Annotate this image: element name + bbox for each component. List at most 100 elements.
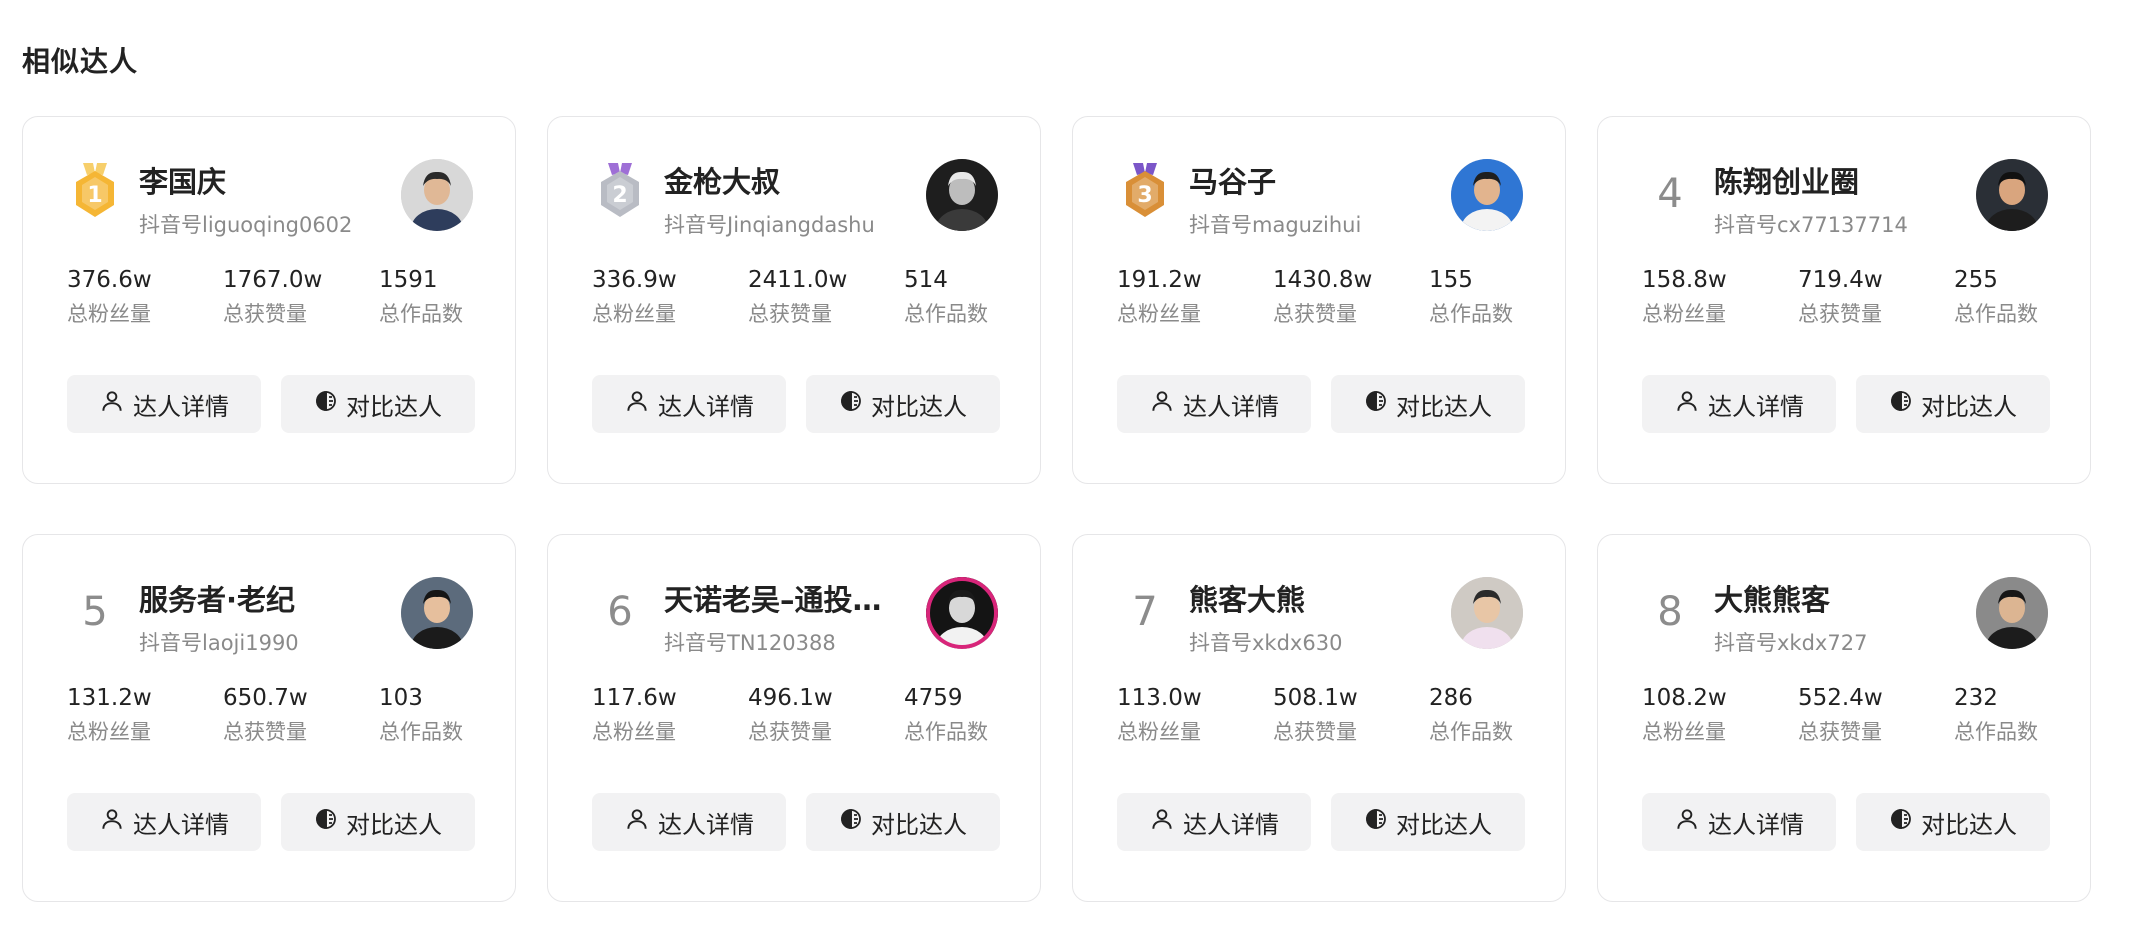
- likes-value: 650.7w: [223, 685, 308, 711]
- compare-icon: [1364, 389, 1388, 419]
- creator-name[interactable]: 李国庆: [139, 159, 409, 201]
- works-value: 155: [1429, 267, 1473, 293]
- compare-creator-button[interactable]: 对比达人: [281, 375, 475, 433]
- creator-card[interactable]: 3 马谷子 抖音号maguzihui 191.2w 总粉丝量 1430.8w 总…: [1072, 116, 1566, 484]
- rank-number: 7: [1132, 589, 1158, 635]
- fans-value: 117.6w: [592, 685, 677, 711]
- avatar[interactable]: [1976, 577, 2048, 649]
- avatar[interactable]: [926, 159, 998, 231]
- creator-card[interactable]: 6 天诺老吴–通投… 抖音号TN120388 117.6w 总粉丝量 496.1…: [547, 534, 1041, 902]
- page-title: 相似达人: [22, 45, 139, 78]
- likes-value: 719.4w: [1798, 267, 1883, 293]
- fans-label: 总粉丝量: [1117, 720, 1201, 744]
- creator-grid: 1 李国庆 抖音号liguoqing0602 376.6w 总粉丝量 1767.…: [22, 116, 2118, 906]
- user-icon: [624, 806, 650, 838]
- works-label: 总作品数: [1429, 720, 1513, 744]
- works-value: 103: [379, 685, 423, 711]
- user-icon: [624, 388, 650, 420]
- works-label: 总作品数: [379, 302, 463, 326]
- creator-name[interactable]: 天诺老吴–通投…: [664, 577, 934, 619]
- works-stat: 255 总作品数: [1954, 265, 2104, 329]
- compare-creator-button[interactable]: 对比达人: [1856, 375, 2050, 433]
- fans-stat: 113.0w 总粉丝量: [1117, 683, 1267, 747]
- creator-name[interactable]: 金枪大叔: [664, 159, 934, 201]
- creator-card[interactable]: 7 熊客大熊 抖音号xkdx630 113.0w 总粉丝量 508.1w 总获赞…: [1072, 534, 1566, 902]
- works-label: 总作品数: [904, 302, 988, 326]
- likes-label: 总获赞量: [1798, 302, 1882, 326]
- avatar[interactable]: [1451, 577, 1523, 649]
- works-label: 总作品数: [379, 720, 463, 744]
- likes-value: 508.1w: [1273, 685, 1358, 711]
- likes-label: 总获赞量: [748, 302, 832, 326]
- likes-stat: 552.4w 总获赞量: [1798, 683, 1948, 747]
- avatar[interactable]: [1451, 159, 1523, 231]
- fans-stat: 336.9w 总粉丝量: [592, 265, 742, 329]
- compare-icon: [839, 807, 863, 837]
- compare-creator-label: 对比达人: [1396, 810, 1492, 839]
- creator-detail-label: 达人详情: [658, 392, 754, 421]
- likes-stat: 1430.8w 总获赞量: [1273, 265, 1423, 329]
- likes-value: 552.4w: [1798, 685, 1883, 711]
- creator-name[interactable]: 服务者·老纪: [139, 577, 409, 619]
- user-icon: [1674, 806, 1700, 838]
- creator-detail-button[interactable]: 达人详情: [1117, 375, 1311, 433]
- creator-name[interactable]: 马谷子: [1189, 159, 1459, 201]
- creator-detail-button[interactable]: 达人详情: [67, 375, 261, 433]
- rank-number: 5: [82, 589, 108, 635]
- creator-detail-button[interactable]: 达人详情: [1117, 793, 1311, 851]
- creator-detail-button[interactable]: 达人详情: [1642, 793, 1836, 851]
- works-stat: 155 总作品数: [1429, 265, 1579, 329]
- fans-label: 总粉丝量: [592, 720, 676, 744]
- creator-card[interactable]: 5 服务者·老纪 抖音号laoji1990 131.2w 总粉丝量 650.7w…: [22, 534, 516, 902]
- creator-detail-button[interactable]: 达人详情: [592, 375, 786, 433]
- likes-stat: 2411.0w 总获赞量: [748, 265, 898, 329]
- compare-creator-button[interactable]: 对比达人: [1331, 375, 1525, 433]
- creator-detail-label: 达人详情: [1183, 392, 1279, 421]
- compare-creator-button[interactable]: 对比达人: [806, 793, 1000, 851]
- likes-label: 总获赞量: [748, 720, 832, 744]
- creator-name[interactable]: 陈翔创业圈: [1714, 159, 1984, 201]
- works-value: 1591: [379, 267, 438, 293]
- likes-value: 1767.0w: [223, 267, 323, 293]
- creator-name[interactable]: 熊客大熊: [1189, 577, 1459, 619]
- creator-card[interactable]: 2 金枪大叔 抖音号Jinqiangdashu 336.9w 总粉丝量 2411…: [547, 116, 1041, 484]
- compare-creator-button[interactable]: 对比达人: [1856, 793, 2050, 851]
- avatar[interactable]: [401, 577, 473, 649]
- avatar[interactable]: [926, 577, 998, 649]
- compare-creator-label: 对比达人: [871, 392, 967, 421]
- works-stat: 514 总作品数: [904, 265, 1054, 329]
- works-stat: 1591 总作品数: [379, 265, 529, 329]
- creator-card[interactable]: 4 陈翔创业圈 抖音号cx77137714 158.8w 总粉丝量 719.4w…: [1597, 116, 2091, 484]
- avatar[interactable]: [1976, 159, 2048, 231]
- creator-detail-button[interactable]: 达人详情: [592, 793, 786, 851]
- creator-detail-button[interactable]: 达人详情: [67, 793, 261, 851]
- creator-handle: 抖音号TN120388: [664, 631, 836, 655]
- works-value: 232: [1954, 685, 1998, 711]
- creator-detail-button[interactable]: 达人详情: [1642, 375, 1836, 433]
- avatar[interactable]: [401, 159, 473, 231]
- likes-value: 2411.0w: [748, 267, 848, 293]
- creator-card[interactable]: 1 李国庆 抖音号liguoqing0602 376.6w 总粉丝量 1767.…: [22, 116, 516, 484]
- compare-creator-button[interactable]: 对比达人: [806, 375, 1000, 433]
- fans-value: 191.2w: [1117, 267, 1202, 293]
- works-value: 255: [1954, 267, 1998, 293]
- creator-handle: 抖音号xkdx727: [1714, 631, 1868, 655]
- user-icon: [1674, 388, 1700, 420]
- user-icon: [99, 388, 125, 420]
- fans-value: 108.2w: [1642, 685, 1727, 711]
- likes-label: 总获赞量: [1273, 302, 1357, 326]
- compare-creator-button[interactable]: 对比达人: [281, 793, 475, 851]
- creator-name[interactable]: 大熊熊客: [1714, 577, 1984, 619]
- compare-creator-label: 对比达人: [1921, 810, 2017, 839]
- fans-stat: 376.6w 总粉丝量: [67, 265, 217, 329]
- creator-card[interactable]: 8 大熊熊客 抖音号xkdx727 108.2w 总粉丝量 552.4w 总获赞…: [1597, 534, 2091, 902]
- compare-icon: [1364, 807, 1388, 837]
- compare-creator-button[interactable]: 对比达人: [1331, 793, 1525, 851]
- medal-number: 1: [87, 183, 102, 208]
- likes-value: 496.1w: [748, 685, 833, 711]
- creator-handle: 抖音号liguoqing0602: [139, 213, 353, 237]
- fans-label: 总粉丝量: [67, 720, 151, 744]
- compare-icon: [839, 389, 863, 419]
- works-label: 总作品数: [1954, 302, 2038, 326]
- fans-stat: 131.2w 总粉丝量: [67, 683, 217, 747]
